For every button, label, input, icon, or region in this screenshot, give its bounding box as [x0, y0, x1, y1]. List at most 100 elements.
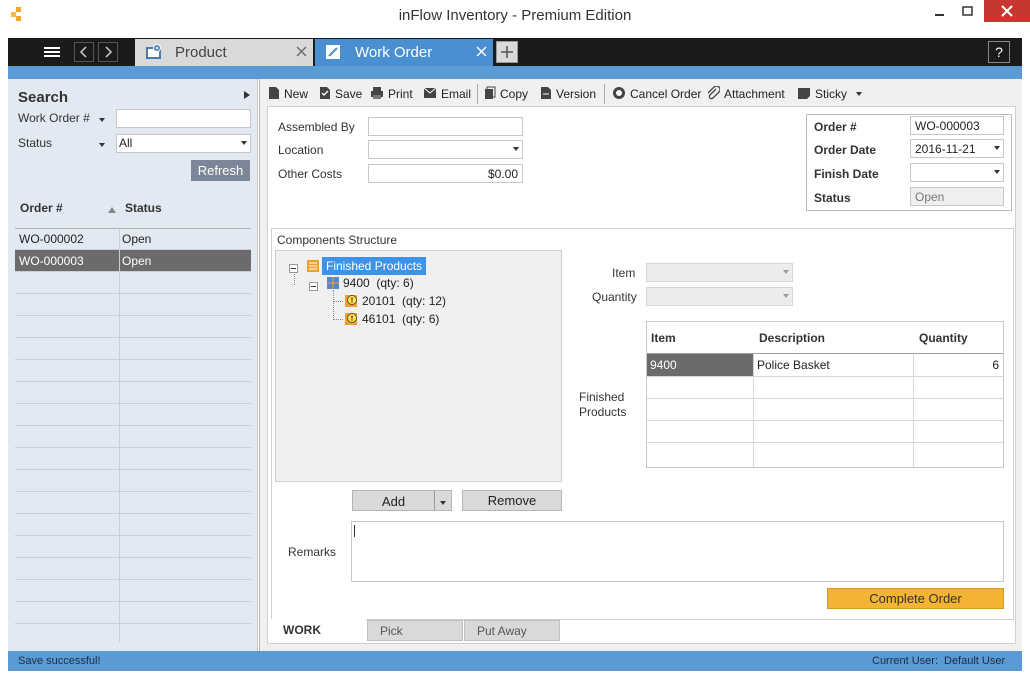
cancel-order-button[interactable]: Cancel Order — [612, 86, 701, 102]
list-row-line — [15, 579, 251, 580]
work-order-search-input[interactable] — [116, 109, 251, 128]
complete-order-button[interactable]: Complete Order — [827, 588, 1004, 609]
forward-icon[interactable] — [98, 42, 118, 62]
paperclip-icon — [706, 84, 721, 103]
remarks-textarea[interactable] — [351, 521, 1004, 582]
order-date-picker[interactable]: 2016-11-21 — [910, 139, 1004, 158]
collapse-node-icon[interactable] — [289, 262, 298, 273]
row-status: Open — [122, 232, 152, 246]
finish-date-label: Finish Date — [814, 167, 879, 181]
tree-leaf-label[interactable]: 46101 (qty: 6) — [362, 312, 439, 326]
chevron-down-icon — [513, 147, 519, 151]
status-filter-dropdown-icon[interactable] — [98, 138, 106, 147]
chevron-down-icon — [783, 294, 789, 298]
cancel-order-label: Cancel Order — [630, 87, 702, 101]
row-order: WO-000003 — [19, 254, 84, 268]
finished-products-icon — [306, 259, 320, 273]
location-select[interactable] — [368, 140, 523, 159]
list-row-line — [15, 513, 251, 514]
col-order-header[interactable]: Order # — [20, 201, 63, 215]
status-select[interactable]: All — [116, 134, 251, 153]
tab-put-away[interactable]: Put Away — [464, 620, 560, 641]
status-readonly: Open — [910, 187, 1004, 206]
tab-product-label: Product — [175, 44, 227, 61]
save-button[interactable]: Save — [319, 86, 362, 102]
list-row-line — [15, 447, 251, 448]
print-button[interactable]: Print — [370, 86, 413, 102]
attachment-button[interactable]: Attachment — [706, 84, 785, 103]
new-button[interactable]: New — [268, 86, 308, 102]
refresh-button[interactable]: Refresh — [191, 160, 250, 181]
order-number-input[interactable]: WO-000003 — [910, 116, 1004, 135]
table-row[interactable]: WO-000002 Open — [15, 227, 251, 249]
copy-button[interactable]: Copy — [484, 86, 528, 102]
col-status-header[interactable]: Status — [125, 201, 162, 215]
minimize-icon[interactable] — [930, 4, 950, 20]
order-date-value: 2016-11-21 — [915, 142, 976, 156]
assembly-item-icon — [326, 276, 340, 290]
product-icon — [145, 44, 163, 60]
other-costs-input[interactable]: $0.00 — [368, 164, 523, 183]
menu-icon[interactable] — [42, 44, 62, 60]
results-list: Order # Status WO-000002 Open WO-000003 … — [15, 190, 251, 642]
table-header-item[interactable]: Item — [651, 331, 676, 345]
version-button[interactable]: Version — [540, 86, 596, 102]
accent-bar — [8, 66, 1022, 79]
table-header-description[interactable]: Description — [759, 331, 825, 345]
table-row-selected[interactable]: WO-000003 Open — [15, 249, 251, 271]
help-button[interactable]: ? — [988, 41, 1010, 63]
tab-strip: Product Work Order ? — [8, 38, 1022, 66]
tab-pick[interactable]: Pick — [367, 620, 463, 641]
sticky-button[interactable]: Sticky — [797, 86, 867, 102]
collapse-node-icon[interactable] — [309, 280, 318, 291]
tree-root-label[interactable]: Finished Products — [322, 257, 427, 275]
components-tree[interactable]: Finished Products 9400 (qty: 6) 20101 (q… — [275, 250, 562, 482]
close-tab-work-order-icon[interactable] — [475, 45, 489, 59]
close-window-icon[interactable] — [984, 0, 1030, 22]
version-label: Version — [556, 87, 597, 101]
assembled-by-input[interactable] — [368, 117, 523, 136]
list-row-line — [15, 491, 251, 492]
list-row-line — [15, 359, 251, 360]
item-label: Item — [612, 266, 636, 280]
tab-product[interactable]: Product — [135, 39, 313, 66]
sort-asc-icon — [107, 203, 117, 213]
table-row-line — [647, 420, 1003, 421]
tree-connector — [333, 319, 343, 320]
email-button[interactable]: Email — [423, 86, 471, 102]
finished-products-table: Item Description Quantity 9400 Police Ba… — [646, 321, 1004, 468]
toolbar-separator — [604, 84, 605, 104]
chevron-down-icon — [783, 270, 789, 274]
new-tab-icon[interactable] — [496, 41, 518, 63]
status-filter-label: Status — [18, 136, 53, 150]
work-order-filter-dropdown-icon[interactable] — [98, 113, 106, 122]
table-row-line — [647, 398, 1003, 399]
table-row[interactable]: 9400 Police Basket 6 — [647, 354, 1003, 376]
tab-work-order[interactable]: Work Order — [315, 39, 493, 66]
search-title: Search — [18, 89, 69, 106]
chevron-down-icon[interactable] — [439, 496, 447, 505]
save-icon — [319, 86, 331, 103]
tree-connector — [333, 290, 334, 320]
warning-icon — [344, 312, 358, 326]
tree-leaf-label[interactable]: 20101 (qty: 12) — [362, 294, 446, 308]
row-order: WO-000002 — [19, 232, 84, 246]
collapse-arrow-icon[interactable] — [242, 89, 252, 99]
components-title: Components Structure — [277, 233, 398, 247]
tab-work[interactable]: WORK — [270, 619, 366, 641]
maximize-icon[interactable] — [958, 4, 978, 20]
table-header-quantity[interactable]: Quantity — [919, 331, 968, 345]
remarks-label: Remarks — [288, 545, 337, 559]
add-button[interactable]: Add — [352, 490, 452, 511]
attachment-label: Attachment — [724, 87, 785, 101]
version-icon — [540, 86, 552, 103]
quantity-select[interactable] — [646, 287, 793, 306]
back-icon[interactable] — [74, 42, 94, 62]
list-row-line — [15, 425, 251, 426]
tree-child-label[interactable]: 9400 (qty: 6) — [343, 276, 414, 290]
text-cursor — [354, 525, 355, 537]
close-tab-product-icon[interactable] — [295, 45, 309, 59]
finish-date-picker[interactable] — [910, 163, 1004, 182]
item-select[interactable] — [646, 263, 793, 282]
remove-button[interactable]: Remove — [462, 490, 562, 511]
